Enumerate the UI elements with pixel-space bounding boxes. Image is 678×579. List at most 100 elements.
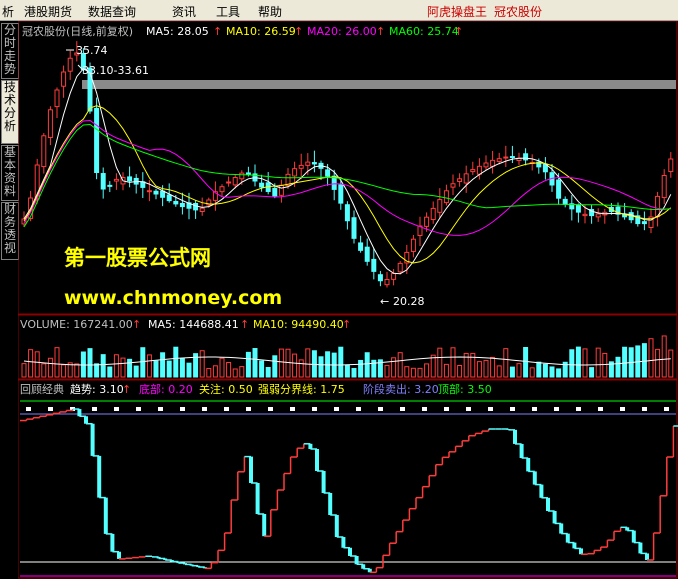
candle-body <box>470 169 476 173</box>
ma20-arrow-icon: ↑ <box>376 25 385 38</box>
candle-body <box>219 186 225 193</box>
volume-bar <box>259 360 265 378</box>
strength-dash <box>114 407 119 411</box>
menu-item-tools[interactable]: 工具 <box>216 3 240 20</box>
volume-bar <box>34 351 40 378</box>
strength-dash <box>642 407 647 411</box>
volume-bar <box>523 346 529 378</box>
ma5-label: MA5: 28.05 <box>146 25 209 38</box>
volume-bar <box>516 363 522 378</box>
candle-body <box>582 213 588 217</box>
watermark-title: 第一股票公式网 <box>64 246 211 270</box>
volume-bar <box>496 365 502 378</box>
ma5-arrow-icon: ↑ <box>213 25 222 38</box>
range-label: 33.10-33.61 <box>82 64 149 77</box>
menu-item-analysis[interactable]: 析 <box>2 3 14 20</box>
volume-bar <box>206 368 212 378</box>
volume-bar <box>450 347 456 378</box>
volume-bar <box>358 359 364 378</box>
strength-dashes <box>26 407 669 411</box>
watermark-url: www.chnmoney.com <box>64 287 282 309</box>
volume-bar <box>298 359 304 378</box>
volume-bar <box>575 346 581 378</box>
candle-body <box>153 190 159 195</box>
trend-steps <box>20 408 678 574</box>
volume-bar <box>483 359 489 378</box>
volume-ma5-label: MA5: 144688.41 <box>148 318 239 331</box>
candle-body <box>146 190 152 193</box>
volume-bar <box>556 368 562 378</box>
stock-chart[interactable]: 冠农股份(日线,前复权) MA5: 28.05 ↑ MA10: 26.59 ↑ … <box>18 21 678 579</box>
indicator-trend-arrow-icon: ↑ <box>122 383 131 396</box>
candle-body <box>199 207 205 213</box>
candle-body <box>483 162 489 168</box>
candle-body <box>490 159 496 167</box>
reference-band <box>82 80 676 89</box>
candle-body <box>166 194 172 202</box>
indicator-strength-line: 强弱分界线: 1.75 <box>258 382 345 396</box>
candle-body <box>47 109 53 139</box>
strength-dash <box>488 407 493 411</box>
tab-financials[interactable]: 财务透视 <box>1 202 19 260</box>
candle-body <box>424 216 430 227</box>
ma60-label: MA60: 25.74 <box>389 25 459 38</box>
strength-dash <box>510 407 515 411</box>
strength-dash <box>554 407 559 411</box>
volume-bar <box>595 347 601 378</box>
menu-item-hk-futures[interactable]: 港股期货 <box>24 3 72 20</box>
strength-dash <box>202 407 207 411</box>
volume-bar <box>364 352 370 378</box>
volume-bar <box>430 354 436 378</box>
volume-bar <box>239 366 245 378</box>
candle-body <box>450 183 456 188</box>
indicator-name: 回顾经典 <box>20 382 64 396</box>
volume-bar <box>338 346 344 378</box>
candle-body <box>305 161 311 166</box>
candle-body <box>127 176 133 182</box>
candle-body <box>193 202 199 211</box>
candle-body <box>298 164 304 169</box>
volume-bar <box>437 347 443 378</box>
candle-body <box>575 205 581 213</box>
low-price-label: 20.28 <box>393 295 425 308</box>
tab-fundamentals[interactable]: 基本资料 <box>1 145 19 201</box>
volume-bar <box>582 348 588 378</box>
volume-bar <box>404 366 410 378</box>
volume-bar <box>41 363 47 378</box>
strength-dash <box>246 407 251 411</box>
candle-body <box>595 213 601 218</box>
volume-bar <box>100 354 106 378</box>
volume-bar <box>107 366 113 378</box>
volume-bar <box>74 363 80 378</box>
volume-bar <box>28 349 34 378</box>
strength-dash <box>378 407 383 411</box>
volume-bar <box>509 366 515 378</box>
candle-body <box>67 57 73 72</box>
volume-bar <box>47 357 53 378</box>
strength-dash <box>26 407 31 411</box>
candle-body <box>61 71 67 87</box>
menu-bar: 析 港股期货 数据查询 资讯 工具 帮助 阿虎操盘王 冠农股份 <box>0 0 678 21</box>
candle-body <box>641 221 647 225</box>
volume-bar <box>140 347 146 378</box>
menu-item-data-query[interactable]: 数据查询 <box>88 3 136 20</box>
candle-body <box>556 179 562 199</box>
menu-item-news[interactable]: 资讯 <box>172 3 196 20</box>
volume-bar <box>212 365 218 378</box>
candle-body <box>443 190 449 204</box>
tab-intraday[interactable]: 分时走势 <box>1 23 19 79</box>
stock-name-title: 冠农股份 <box>494 5 543 19</box>
indicator-top: 顶部: 3.50 <box>438 382 492 396</box>
volume-bar <box>384 364 390 378</box>
candle-body <box>232 177 238 186</box>
strength-dash <box>92 407 97 411</box>
volume-bar <box>655 348 661 378</box>
menu-item-help[interactable]: 帮助 <box>258 3 282 20</box>
volume-bar <box>133 365 139 378</box>
volume-label: VOLUME: 167241.00 <box>20 318 133 331</box>
strength-dash <box>422 407 427 411</box>
tab-technical-analysis[interactable]: 技术分析 <box>1 80 19 144</box>
stock-title-label: 冠农股份(日线,前复权) <box>22 24 133 38</box>
low-arrow-icon: ← <box>380 295 389 308</box>
volume-bar <box>344 364 350 378</box>
